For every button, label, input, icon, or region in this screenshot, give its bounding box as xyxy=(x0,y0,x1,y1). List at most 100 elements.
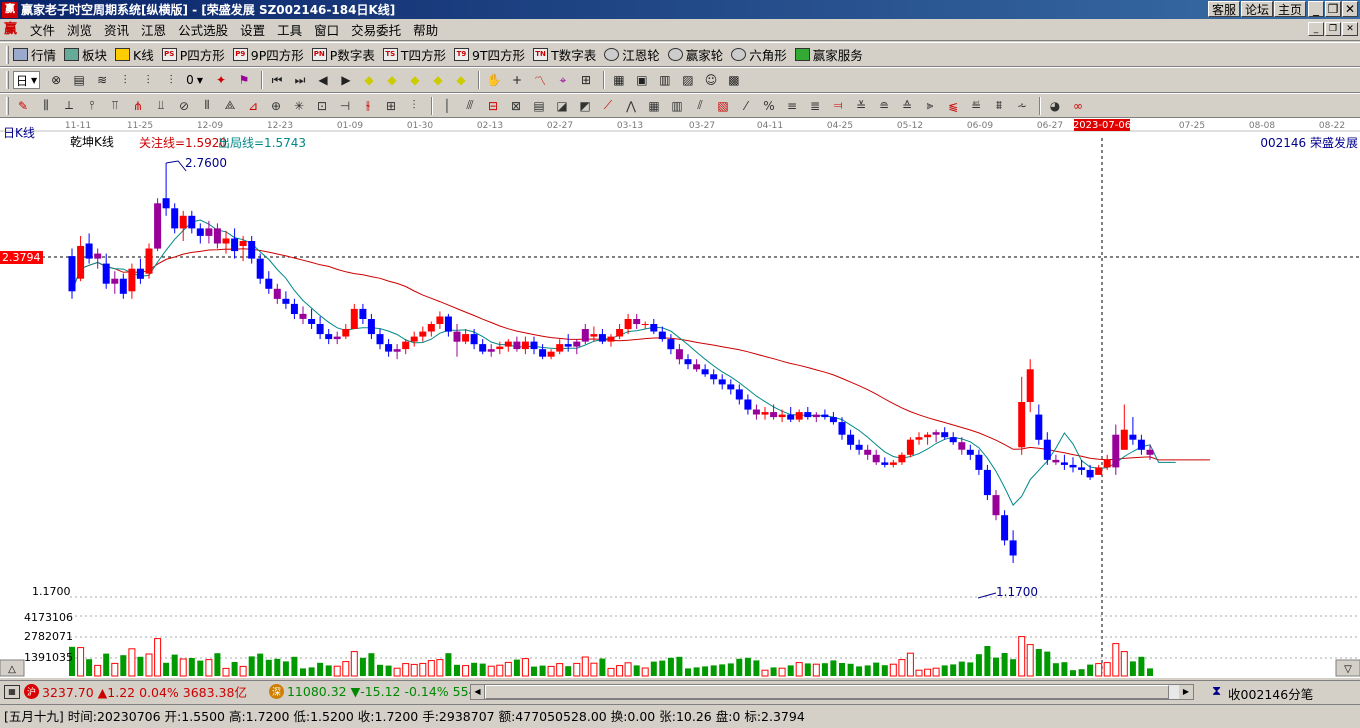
toolbar-item-p9[interactable]: P9 9P四方形 xyxy=(232,45,304,64)
chart-icon[interactable]: ▣ xyxy=(632,70,652,90)
draw-tool-4-icon[interactable]: ⫪ xyxy=(105,96,125,116)
report-icon[interactable]: ▥ xyxy=(655,70,675,90)
toolbar-item-dollar[interactable]: 赢家服务 xyxy=(794,45,863,64)
bars3-icon[interactable]: ⫶ xyxy=(161,70,181,90)
kline-svg[interactable]: 11-11 11-25 12-09 12-23 01-09 01-30 02-13 02-27… xyxy=(0,118,1360,678)
menu-file[interactable]: 文件 xyxy=(24,20,61,39)
doc-icon[interactable]: 赢 xyxy=(4,22,20,38)
draw-tool-41-icon[interactable]: ≝ xyxy=(966,96,986,116)
triangle-up-icon[interactable]: △ xyxy=(8,664,16,675)
draw-tool-32-icon[interactable]: % xyxy=(759,96,779,116)
calendar-icon[interactable]: ▦ xyxy=(609,70,629,90)
truck-icon[interactable]: ▩ xyxy=(724,70,744,90)
save-icon[interactable]: ▨ xyxy=(678,70,698,90)
left-icon[interactable]: ◀ xyxy=(313,70,333,90)
draw-tool-21-icon[interactable]: ⊠ xyxy=(506,96,526,116)
draw-tool-10-icon[interactable]: ⊿ xyxy=(243,96,263,116)
minimize-icon[interactable]: _ xyxy=(1308,1,1324,17)
mdi-minimize-icon[interactable]: _ xyxy=(1308,22,1324,36)
menu-browse[interactable]: 浏览 xyxy=(61,20,98,39)
diamond2-icon[interactable]: ◆ xyxy=(382,70,402,90)
restore-icon[interactable]: ❐ xyxy=(1325,1,1341,17)
magnet-icon[interactable]: ⌖ xyxy=(553,70,573,90)
tick-detail-label[interactable]: 收002146分笔 xyxy=(1228,684,1313,703)
draw-tool-17-icon[interactable]: ⫶ xyxy=(404,96,424,116)
draw-tool-2-icon[interactable]: ⟂ xyxy=(59,96,79,116)
diamond3-icon[interactable]: ◆ xyxy=(405,70,425,90)
toolbar-item-winner-wheel[interactable]: 赢家轮 xyxy=(667,45,723,64)
scroll-right-icon[interactable]: ▶ xyxy=(1179,685,1193,699)
toolbar-item-ps[interactable]: PS P四方形 xyxy=(161,45,225,64)
diamond5-icon[interactable]: ◆ xyxy=(451,70,471,90)
sz-index-text[interactable]: 11080.32 ▼-15.12 -0.14% 5542.3 xyxy=(287,684,496,699)
draw-tool-0-icon[interactable]: ✎ xyxy=(13,96,33,116)
draw-tool-33-icon[interactable]: ≡ xyxy=(782,96,802,116)
draw-tool-7-icon[interactable]: ⊘ xyxy=(174,96,194,116)
bars2-icon[interactable]: ⫶ xyxy=(138,70,158,90)
period-select-2[interactable]: 0 ▼ xyxy=(184,71,205,89)
draw-tool-34-icon[interactable]: ≣ xyxy=(805,96,825,116)
toolbar-item-hexagon[interactable]: 六角形 xyxy=(731,45,787,64)
toolbar-item-pn[interactable]: PN P数字表 xyxy=(311,45,375,64)
draw-tool-15-icon[interactable]: ⫳ xyxy=(358,96,378,116)
menu-help[interactable]: 帮助 xyxy=(407,20,444,39)
forum-button[interactable]: 论坛 xyxy=(1241,1,1273,17)
diamond-icon[interactable]: ◆ xyxy=(359,70,379,90)
close-icon[interactable]: ✕ xyxy=(1342,1,1358,17)
draw-tool-1-icon[interactable]: ⫼ xyxy=(36,96,56,116)
menu-gann[interactable]: 江恩 xyxy=(135,20,172,39)
draw-tool-12-icon[interactable]: ✳ xyxy=(289,96,309,116)
status-scrollbar[interactable]: ◀ ▶ xyxy=(470,684,1194,700)
menu-window[interactable]: 窗口 xyxy=(308,20,345,39)
service-button[interactable]: 客服 xyxy=(1208,1,1240,17)
draw-tool-19-icon[interactable]: ⫻ xyxy=(460,96,480,116)
draw-tool-31-icon[interactable]: ⁄ xyxy=(736,96,756,116)
draw-tool-3-icon[interactable]: ⫯ xyxy=(82,96,102,116)
period-select[interactable]: 日 ▼ xyxy=(13,71,41,89)
cross-icon[interactable]: + xyxy=(507,70,527,90)
scroll-thumb[interactable] xyxy=(485,685,1169,699)
draw-tool-43-icon[interactable]: ⩪ xyxy=(1012,96,1032,116)
draw-tool-27-icon[interactable]: ▦ xyxy=(644,96,664,116)
draw-tool-13-icon[interactable]: ⊡ xyxy=(312,96,332,116)
toolbar-item-kline[interactable]: K线 xyxy=(115,45,154,64)
triangle-down-icon[interactable]: ▽ xyxy=(1344,664,1352,675)
draw-tool-8-icon[interactable]: ⫴ xyxy=(197,96,217,116)
menu-news[interactable]: 资讯 xyxy=(98,20,135,39)
scroll-left-icon[interactable]: ◀ xyxy=(471,685,485,699)
draw-tool-44-icon[interactable]: ◕ xyxy=(1045,96,1065,116)
draw-tool-18-icon[interactable]: │ xyxy=(437,96,457,116)
flag-icon[interactable]: ⚑ xyxy=(234,70,254,90)
kline-chart[interactable]: 11-11 11-25 12-09 12-23 01-09 01-30 02-13 02-27… xyxy=(0,118,1360,678)
draw-tool-39-icon[interactable]: ⫸ xyxy=(920,96,940,116)
right-icon[interactable]: ▶ xyxy=(336,70,356,90)
draw-tool-42-icon[interactable]: ⩩ xyxy=(989,96,1009,116)
draw-tool-38-icon[interactable]: ≙ xyxy=(897,96,917,116)
mdi-restore-icon[interactable]: ❐ xyxy=(1325,22,1341,36)
draw-tool-37-icon[interactable]: ≘ xyxy=(874,96,894,116)
toolbar-grip[interactable] xyxy=(6,45,9,64)
draw-tool-5-icon[interactable]: ⋔ xyxy=(128,96,148,116)
crosshair-icon[interactable]: ⊗ xyxy=(46,70,66,90)
calc-icon[interactable]: ▤ xyxy=(69,70,89,90)
draw-tool-40-icon[interactable]: ⫹ xyxy=(943,96,963,116)
keyboard-icon[interactable]: ▦ xyxy=(4,684,20,699)
bars-icon[interactable]: ⫶ xyxy=(115,70,135,90)
menu-formula[interactable]: 公式选股 xyxy=(172,20,234,39)
draw-tool-36-icon[interactable]: ≚ xyxy=(851,96,871,116)
wave-icon[interactable]: 〽 xyxy=(530,70,550,90)
sh-index-text[interactable]: 3237.70 ▲1.22 0.04% 3683.38亿 xyxy=(42,682,247,701)
draw-tool-26-icon[interactable]: ⋀ xyxy=(621,96,641,116)
toolbar-item-t9[interactable]: T9 9T四方形 xyxy=(453,45,525,64)
people-icon[interactable]: ☺ xyxy=(701,70,721,90)
home-button[interactable]: 主页 xyxy=(1274,1,1306,17)
draw-tool-20-icon[interactable]: ⊟ xyxy=(483,96,503,116)
draw-tool-45-icon[interactable]: ∞ xyxy=(1068,96,1088,116)
scan-icon[interactable]: ⊞ xyxy=(576,70,596,90)
toolbar-grip[interactable] xyxy=(6,71,9,89)
toolbar-item-blocks[interactable]: 板块 xyxy=(64,45,107,64)
menu-settings[interactable]: 设置 xyxy=(234,20,271,39)
toolbar-item-grid[interactable]: 行情 xyxy=(13,45,56,64)
draw-tool-25-icon[interactable]: ⟋ xyxy=(598,96,618,116)
toolbar-item-tn[interactable]: TN T数字表 xyxy=(533,45,596,64)
